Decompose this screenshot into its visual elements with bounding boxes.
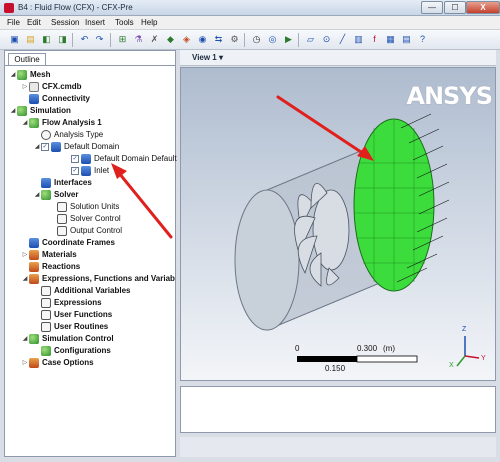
- outline-panel: Outline ◢ Mesh ▷ CFX.cmdb Connectivity ◢ Si…: [4, 50, 177, 457]
- run-icon[interactable]: ▶: [282, 33, 295, 46]
- status-bar: [180, 437, 496, 457]
- open-icon[interactable]: ▤: [24, 33, 37, 46]
- chevron-down-icon: ▾: [219, 53, 224, 62]
- scale-label-mid: 0.150: [325, 364, 346, 373]
- scale-label-right: 0.300: [357, 344, 378, 353]
- maximize-button[interactable]: ☐: [444, 1, 466, 14]
- export-icon[interactable]: ◨: [56, 33, 69, 46]
- boundary-icon[interactable]: ◈: [180, 33, 193, 46]
- toolbar-separator: [244, 33, 245, 47]
- view-label: View 1: [192, 53, 217, 62]
- import-icon[interactable]: ◧: [40, 33, 53, 46]
- scale-unit: (m): [383, 344, 395, 353]
- menu-help[interactable]: Help: [141, 18, 157, 27]
- scale-label-left: 0: [295, 344, 300, 353]
- menu-session[interactable]: Session: [51, 18, 79, 27]
- menu-edit[interactable]: Edit: [27, 18, 41, 27]
- chart-icon[interactable]: ▦: [384, 33, 397, 46]
- view-selector[interactable]: View 1 ▾: [192, 53, 223, 62]
- axis-triad: [456, 336, 480, 367]
- message-pane[interactable]: [180, 386, 496, 433]
- solver-icon[interactable]: ⚙: [228, 33, 241, 46]
- toolbar-separator: [72, 33, 73, 47]
- point-icon[interactable]: ⊙: [320, 33, 333, 46]
- title-bar: B4 : Fluid Flow (CFX) - CFX-Pre — ☐ X: [0, 0, 500, 16]
- volume-icon[interactable]: ▥: [352, 33, 365, 46]
- outlet-face[interactable]: [234, 189, 300, 331]
- viewport-toolbar: View 1 ▾: [180, 50, 496, 66]
- interface-icon[interactable]: ⇆: [212, 33, 225, 46]
- annotation-arrow-outline: [111, 163, 173, 239]
- save-icon[interactable]: ▣: [8, 33, 21, 46]
- toolbar-separator: [110, 33, 111, 47]
- mesh-import-icon[interactable]: ⊞: [116, 33, 129, 46]
- plane-icon[interactable]: ▱: [304, 33, 317, 46]
- toolbar-separator: [298, 33, 299, 47]
- menu-file[interactable]: File: [7, 18, 20, 27]
- menu-bar: File Edit Session Insert Tools Help: [0, 16, 500, 30]
- scale-bar: [297, 355, 418, 363]
- window-title: B4 : Fluid Flow (CFX) - CFX-Pre: [18, 3, 133, 12]
- axis-x-label: X: [449, 362, 454, 369]
- cfx-app-icon: [4, 3, 14, 13]
- redo-icon[interactable]: ↷: [93, 33, 106, 46]
- menu-insert[interactable]: Insert: [85, 18, 105, 27]
- menu-tools[interactable]: Tools: [115, 18, 134, 27]
- line-icon[interactable]: ╱: [336, 33, 349, 46]
- monitor-icon[interactable]: ◎: [266, 33, 279, 46]
- 3d-viewport[interactable]: ANSYS 0 0.300 (m) 0.150 Z Y X: [180, 67, 496, 381]
- subdomain-icon[interactable]: ◉: [196, 33, 209, 46]
- help-icon[interactable]: ?: [416, 33, 429, 46]
- clock-icon[interactable]: ◷: [250, 33, 263, 46]
- undo-icon[interactable]: ↶: [78, 33, 91, 46]
- table-icon[interactable]: ▤: [400, 33, 413, 46]
- close-button[interactable]: X: [466, 1, 500, 14]
- main-toolbar: ▣ ▤ ◧ ◨ ↶ ↷ ⊞ ⚗ ✗ ◆ ◈ ◉ ⇆ ⚙ ◷ ◎ ▶ ▱ ⊙ ╱ …: [0, 30, 500, 50]
- axis-y-label: Y: [481, 355, 486, 362]
- tools-icon[interactable]: ✗: [148, 33, 161, 46]
- model-canvas: [234, 95, 480, 367]
- domain-icon[interactable]: ◆: [164, 33, 177, 46]
- expression-icon[interactable]: f: [368, 33, 381, 46]
- axis-z-label: Z: [462, 326, 467, 333]
- flask-icon[interactable]: ⚗: [132, 33, 145, 46]
- annotation-arrow-viewport: [276, 95, 366, 156]
- minimize-button[interactable]: —: [421, 1, 443, 14]
